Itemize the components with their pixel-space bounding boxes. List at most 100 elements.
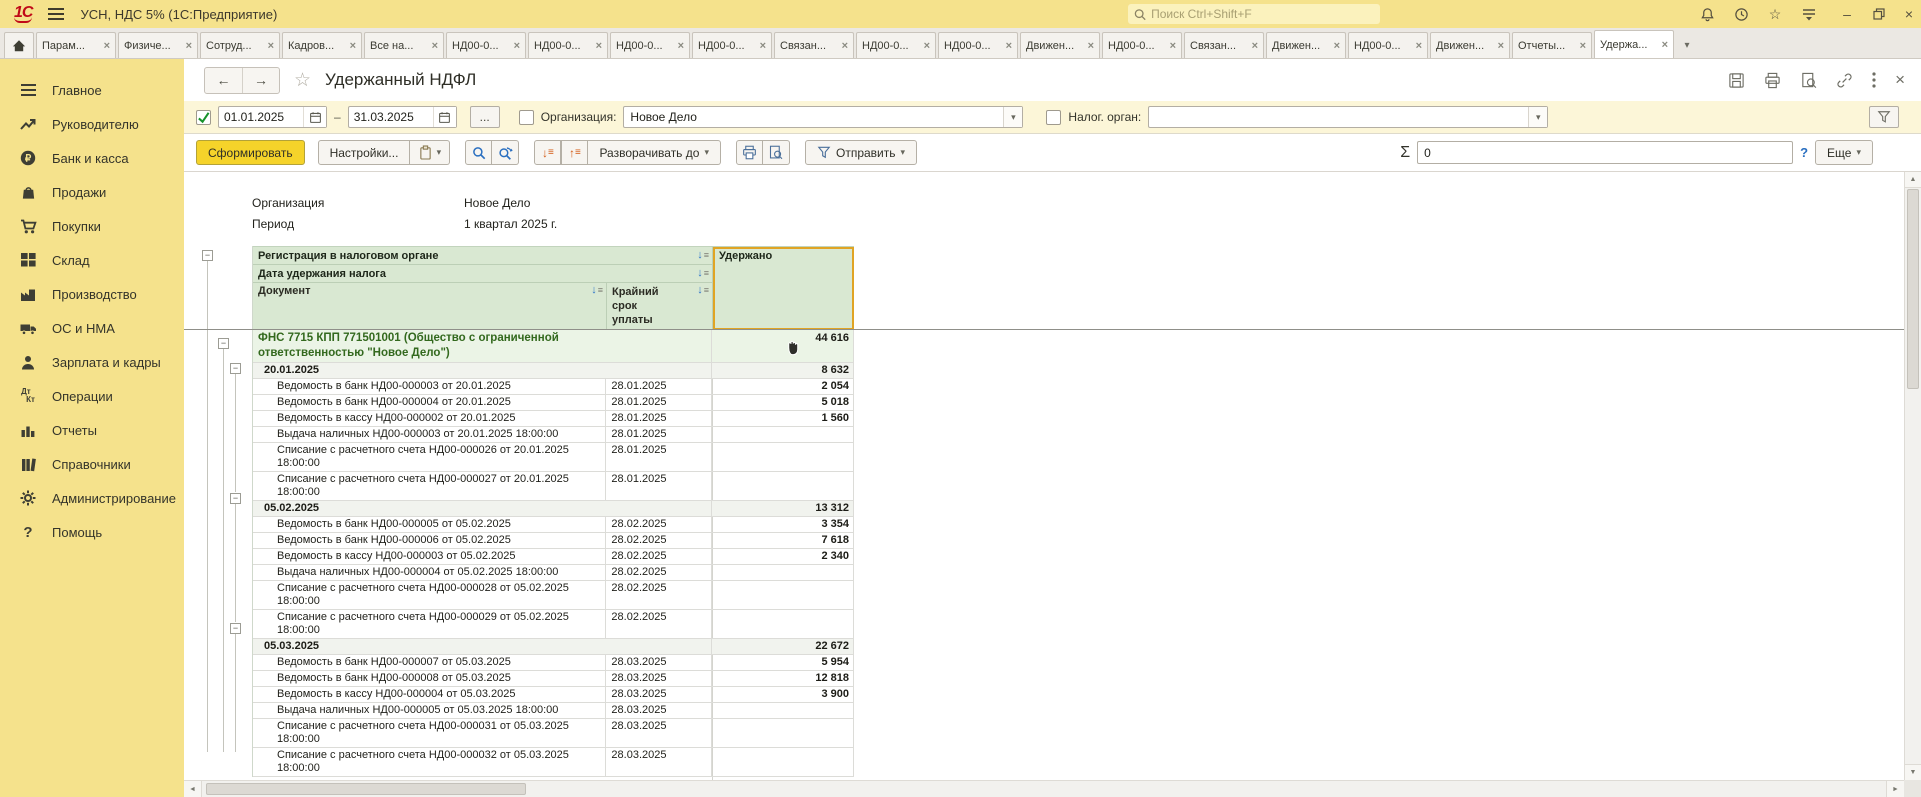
doc-cell[interactable]: Ведомость в кассу НД00-000004 от 05.03.2… [253,687,606,703]
tab-19-active[interactable]: Удержа...× [1594,30,1674,58]
tab-close-icon[interactable]: × [186,40,192,52]
tab-close-icon[interactable]: × [678,40,684,52]
sidebar-item-os-nma[interactable]: ОС и НМА [0,311,184,345]
tabs-overflow-arrow[interactable]: ▾ [1676,32,1698,58]
tab-home[interactable] [4,32,34,58]
sidebar-item-pomosch[interactable]: ?Помощь [0,515,184,549]
amount-cell[interactable] [712,748,854,777]
period-options-button[interactable]: ... [470,106,500,128]
outline-collapse-level2[interactable]: − [218,338,229,349]
horizontal-scroll-thumb[interactable] [206,783,526,795]
tab-close-icon[interactable]: × [268,40,274,52]
due-cell[interactable]: 28.03.2025 [606,687,712,703]
tab-close-icon[interactable]: × [924,40,930,52]
header-withheld-selected-cell[interactable]: Удержано [713,247,854,330]
generate-button[interactable]: Сформировать [196,140,305,165]
amount-cell[interactable]: 12 818 [712,671,854,687]
doc-cell[interactable]: Ведомость в банк НД00-000005 от 05.02.20… [253,517,606,533]
more-button[interactable]: Еще▾ [1815,140,1873,165]
doc-cell[interactable]: Ведомость в банк НД00-000004 от 20.01.20… [253,395,606,411]
tab-4[interactable]: Все на...× [364,32,444,58]
due-cell[interactable]: 28.02.2025 [606,565,712,581]
send-button[interactable]: Отправить▾ [805,140,917,165]
tab-close-icon[interactable]: × [432,40,438,52]
due-cell[interactable]: 28.01.2025 [606,443,712,472]
search-input[interactable] [1151,7,1374,21]
amount-cell[interactable] [712,703,854,719]
tab-close-icon[interactable]: × [1580,40,1586,52]
sort-icon[interactable]: ↓≡ [591,285,603,329]
vertical-scroll-thumb[interactable] [1907,189,1919,389]
group-amount-cell[interactable]: 8 632 [712,363,854,379]
tab-11[interactable]: НД00-0...× [938,32,1018,58]
amount-cell[interactable]: 2 054 [712,379,854,395]
due-cell[interactable]: 28.01.2025 [606,379,712,395]
tab-13[interactable]: НД00-0...× [1102,32,1182,58]
tab-10[interactable]: НД00-0...× [856,32,936,58]
doc-cell[interactable]: Ведомость в кассу НД00-000002 от 20.01.2… [253,411,606,427]
outline-collapse-group2[interactable]: − [230,493,241,504]
tab-1[interactable]: Физиче...× [118,32,198,58]
info-org-value[interactable]: Новое Дело [464,196,530,210]
amount-cell[interactable]: 5 018 [712,395,854,411]
tab-close-icon[interactable]: × [514,40,520,52]
header-document[interactable]: Документ ↓≡ [253,283,607,329]
header-withhold-date[interactable]: Дата удержания налога ↓≡ [253,265,713,283]
tab-2[interactable]: Сотруд...× [200,32,280,58]
tax-authority-checkbox[interactable] [1046,110,1061,125]
group-date-cell[interactable]: 20.01.2025 [253,363,712,379]
amount-cell[interactable]: 2 340 [712,549,854,565]
sort-icon[interactable]: ↓≡ [697,250,709,261]
main-menu-icon[interactable] [48,8,64,20]
service-menu-icon[interactable] [1794,0,1824,28]
doc-cell[interactable]: Ведомость в банк НД00-000006 от 05.02.20… [253,533,606,549]
due-cell[interactable]: 28.02.2025 [606,549,712,565]
due-cell[interactable]: 28.03.2025 [606,703,712,719]
tab-9[interactable]: Связан...× [774,32,854,58]
outline-collapse-group1[interactable]: − [230,363,241,374]
tab-close-icon[interactable]: × [1334,40,1340,52]
due-cell[interactable]: 28.01.2025 [606,411,712,427]
filter-settings-button[interactable] [1869,106,1899,128]
sidebar-item-zarplata-kadry[interactable]: Зарплата и кадры [0,345,184,379]
horizontal-scrollbar[interactable]: ◄ ► [184,780,1904,797]
due-cell[interactable]: 28.02.2025 [606,517,712,533]
group-amount-cell[interactable]: 22 672 [712,639,854,655]
tab-15[interactable]: Движен...× [1266,32,1346,58]
tab-0[interactable]: Парам...× [36,32,116,58]
scroll-right-arrow[interactable]: ► [1886,781,1904,797]
amount-cell[interactable] [712,472,854,501]
amount-cell[interactable]: 5 954 [712,655,854,671]
back-button[interactable]: ← [205,68,242,93]
sidebar-item-operacii[interactable]: ДтКтОперации [0,379,184,413]
close-window-button[interactable]: × [1894,0,1921,28]
due-cell[interactable]: 28.03.2025 [606,655,712,671]
expand-groups-button[interactable]: ↑≡ [561,140,588,165]
doc-cell[interactable]: Выдача наличных НД00-000004 от 05.02.202… [253,565,606,581]
amount-cell[interactable] [712,443,854,472]
tab-18[interactable]: Отчеты...× [1512,32,1592,58]
doc-cell[interactable]: Списание с расчетного счета НД00-000027 … [253,472,606,501]
forward-button[interactable]: → [242,68,279,93]
link-icon[interactable] [1836,72,1853,89]
doc-cell[interactable]: Ведомость в кассу НД00-000003 от 05.02.2… [253,549,606,565]
print-preview-button[interactable] [763,140,790,165]
amount-cell[interactable]: 1 560 [712,411,854,427]
tab-14[interactable]: Связан...× [1184,32,1264,58]
settings-button[interactable]: Настройки... [318,140,411,165]
doc-cell[interactable]: Списание с расчетного счета НД00-000031 … [253,719,606,748]
print-report-button[interactable] [736,140,763,165]
doc-cell[interactable]: Списание с расчетного счета НД00-000029 … [253,610,606,639]
sidebar-item-prodazhi[interactable]: Продажи [0,175,184,209]
group-date-cell[interactable]: 05.03.2025 [253,639,712,655]
organization-select[interactable]: Новое Дело ▾ [623,106,1023,128]
minimize-button[interactable]: – [1832,0,1862,28]
close-report-icon[interactable]: × [1895,70,1905,90]
tab-8[interactable]: НД00-0...× [692,32,772,58]
favorites-star-icon[interactable]: ☆ [1760,0,1790,28]
due-cell[interactable]: 28.01.2025 [606,395,712,411]
preview-icon[interactable] [1800,72,1817,89]
tab-close-icon[interactable]: × [1006,40,1012,52]
due-cell[interactable]: 28.03.2025 [606,748,712,777]
report-variants-button[interactable]: ▾ [410,140,450,165]
